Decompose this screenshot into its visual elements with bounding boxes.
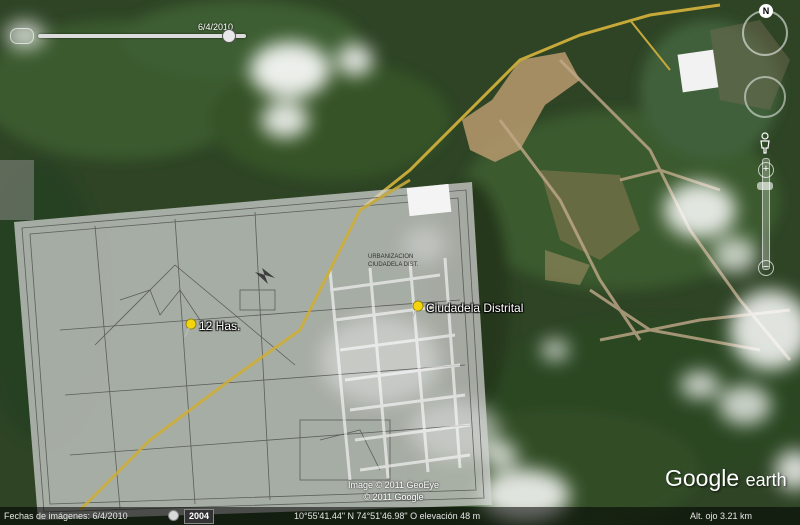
navigation-controls[interactable]: N + − bbox=[738, 4, 794, 276]
zoom-in-button[interactable]: + bbox=[758, 162, 774, 178]
move-control[interactable] bbox=[744, 76, 786, 118]
logo-word-google: Google bbox=[665, 465, 740, 491]
satellite-imagery bbox=[0, 0, 800, 525]
placemark-label: Ciudadela Distrital bbox=[426, 301, 524, 315]
slider-handle[interactable] bbox=[222, 29, 237, 43]
historical-imagery-slider[interactable]: 6/4/2010 bbox=[10, 22, 254, 48]
historical-year-button[interactable]: 2004 bbox=[184, 509, 215, 524]
copyright-line-1: Image © 2011 GeoEye bbox=[348, 480, 440, 490]
map-viewport[interactable]: URBANIZACION CIUDADELA DIST. 6/4/2010 N … bbox=[0, 0, 800, 525]
pushpin-icon bbox=[184, 318, 197, 338]
eye-altitude: Alt. ojo 3.21 km bbox=[690, 511, 753, 521]
zoom-handle[interactable] bbox=[757, 182, 773, 190]
logo-word-earth: earth bbox=[745, 470, 787, 490]
slider-close-button[interactable] bbox=[10, 28, 34, 44]
clock-icon[interactable] bbox=[168, 510, 179, 521]
google-earth-logo: Google earth bbox=[665, 465, 787, 492]
copyright-line-2: © 2011 Google bbox=[363, 492, 424, 502]
pegman-icon[interactable] bbox=[758, 132, 772, 154]
zoom-out-button[interactable]: − bbox=[758, 260, 774, 276]
status-bar: Fechas de imágenes: 6/4/2010 2004 10°55'… bbox=[0, 507, 800, 525]
pushpin-icon bbox=[411, 300, 424, 320]
imagery-copyright: Image © 2011 GeoEye © 2011 Google bbox=[348, 479, 439, 503]
cursor-coordinates: 10°55'41.44" N 74°51'46.98" O elevación … bbox=[294, 511, 481, 521]
imagery-dates: Fechas de imágenes: 6/4/2010 bbox=[4, 511, 128, 521]
slider-track[interactable] bbox=[38, 34, 246, 38]
placemark-label: 12 Has. bbox=[199, 319, 241, 333]
north-button[interactable]: N bbox=[759, 4, 773, 18]
